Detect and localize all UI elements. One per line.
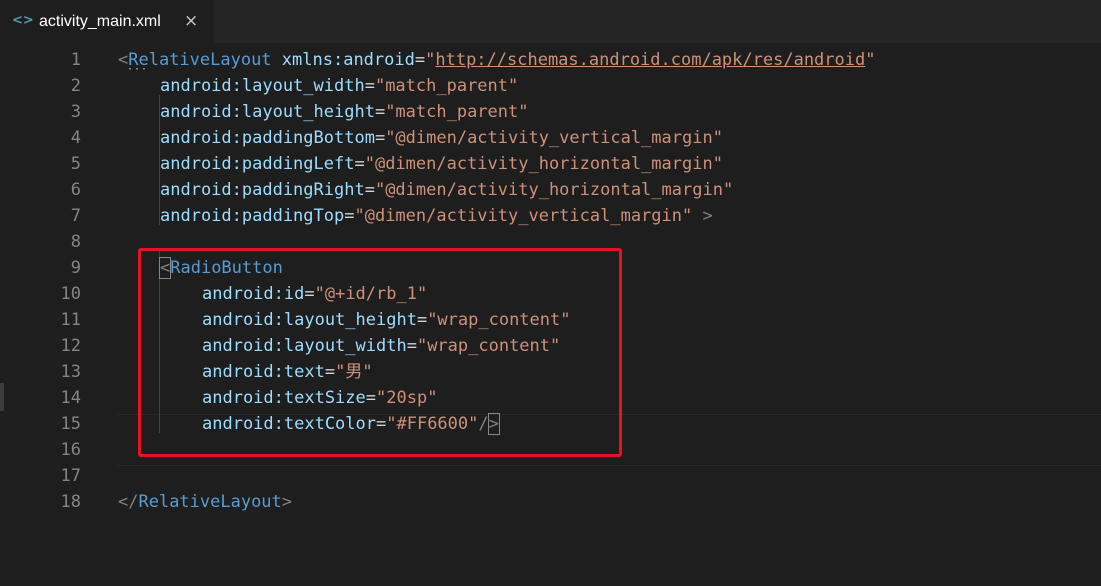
- code-line-18: 18 </RelativeLayout>: [0, 489, 1101, 515]
- code-line-5: 5 android:paddingLeft="@dimen/activity_h…: [0, 151, 1101, 177]
- line-number: 4: [70, 128, 81, 148]
- highlight-annotation-box: [138, 248, 622, 457]
- code-text: android:paddingBottom="@dimen/activity_v…: [160, 125, 723, 151]
- equals: =: [364, 76, 375, 96]
- attr-value: "@dimen/activity_horizontal_margin": [364, 154, 723, 174]
- attr-value: "@dimen/activity_vertical_margin": [385, 128, 723, 148]
- attr-name: android:paddingTop: [160, 206, 345, 226]
- tag-name: RelativeLayout: [128, 50, 272, 70]
- code-editor[interactable]: ··· 1 <RelativeLayout xmlns:android="htt…: [0, 43, 1101, 586]
- tag-name: RelativeLayout: [138, 492, 282, 512]
- line-number: 12: [60, 336, 81, 356]
- line-number: 17: [60, 466, 81, 486]
- line-number: 10: [60, 284, 81, 304]
- code-text: android:paddingLeft="@dimen/activity_hor…: [160, 151, 723, 177]
- equals: =: [354, 154, 365, 174]
- code-text: android:layout_height="match_parent": [160, 99, 528, 125]
- attr-value: "@dimen/activity_vertical_margin": [354, 206, 693, 226]
- line-number: 15: [60, 414, 81, 434]
- code-line-2: 2 android:layout_width="match_parent": [0, 73, 1101, 99]
- attr-value: "match_parent": [374, 76, 519, 96]
- close-icon[interactable]: ×: [184, 11, 198, 31]
- attr-name: android:paddingBottom: [160, 128, 375, 148]
- equals: =: [374, 128, 386, 148]
- equals: =: [344, 206, 355, 226]
- line-number: 9: [70, 258, 81, 278]
- line-number: 2: [70, 76, 81, 96]
- line-number: 6: [70, 180, 81, 200]
- line-number: 1: [70, 50, 81, 70]
- attr-name: android:paddingLeft: [160, 154, 355, 174]
- tab-label: activity_main.xml: [39, 13, 161, 30]
- line-number: 8: [70, 232, 81, 252]
- equals: =: [414, 50, 426, 70]
- code-line-4: 4 android:paddingBottom="@dimen/activity…: [0, 125, 1101, 151]
- tag-close: >: [692, 206, 713, 226]
- attr-name: android:layout_height: [160, 102, 375, 122]
- tag-open: <: [118, 50, 129, 70]
- attr-name: xmlns:android: [281, 50, 415, 70]
- equals: =: [364, 180, 375, 200]
- line-number: 3: [70, 102, 81, 122]
- line-number: 13: [60, 362, 81, 382]
- attr-value: "match_parent": [385, 102, 529, 122]
- quote: ": [425, 50, 436, 70]
- quote: ": [865, 50, 876, 70]
- line-number: 5: [70, 154, 81, 174]
- code-text: android:layout_width="match_parent": [160, 73, 518, 99]
- code-line-1: 1 <RelativeLayout xmlns:android="http://…: [0, 47, 1101, 73]
- attr-name: android:layout_width: [160, 76, 365, 96]
- tag-open: </: [118, 492, 139, 512]
- code-icon: <>: [12, 13, 34, 28]
- tab-activity-main[interactable]: <> activity_main.xml ×: [0, 0, 214, 43]
- code-line-7: 7 android:paddingTop="@dimen/activity_ve…: [0, 203, 1101, 229]
- editor-window: <> activity_main.xml × ··· 1 <RelativeLa…: [0, 0, 1101, 586]
- line-number: 14: [60, 388, 81, 408]
- line-number: 11: [60, 310, 81, 330]
- code-line-3: 3 android:layout_height="match_parent": [0, 99, 1101, 125]
- code-text: android:paddingRight="@dimen/activity_ho…: [160, 177, 733, 203]
- line-number: 7: [70, 206, 81, 226]
- code-line-6: 6 android:paddingRight="@dimen/activity_…: [0, 177, 1101, 203]
- equals: =: [374, 102, 386, 122]
- line-number: 16: [60, 440, 81, 460]
- tab-bar: <> activity_main.xml ×: [0, 0, 1101, 43]
- tag-close: >: [281, 492, 293, 512]
- attr-value: "@dimen/activity_horizontal_margin": [374, 180, 734, 200]
- code-text: android:paddingTop="@dimen/activity_vert…: [160, 203, 713, 229]
- namespace-link[interactable]: http://schemas.android.com/apk/res/andro…: [435, 50, 865, 70]
- code-text: </RelativeLayout>: [118, 489, 292, 515]
- line-number: 18: [60, 492, 81, 512]
- code-text: <RelativeLayout xmlns:android="http://sc…: [118, 47, 875, 73]
- attr-name: android:paddingRight: [160, 180, 365, 200]
- code-line-17: 17: [0, 463, 1101, 489]
